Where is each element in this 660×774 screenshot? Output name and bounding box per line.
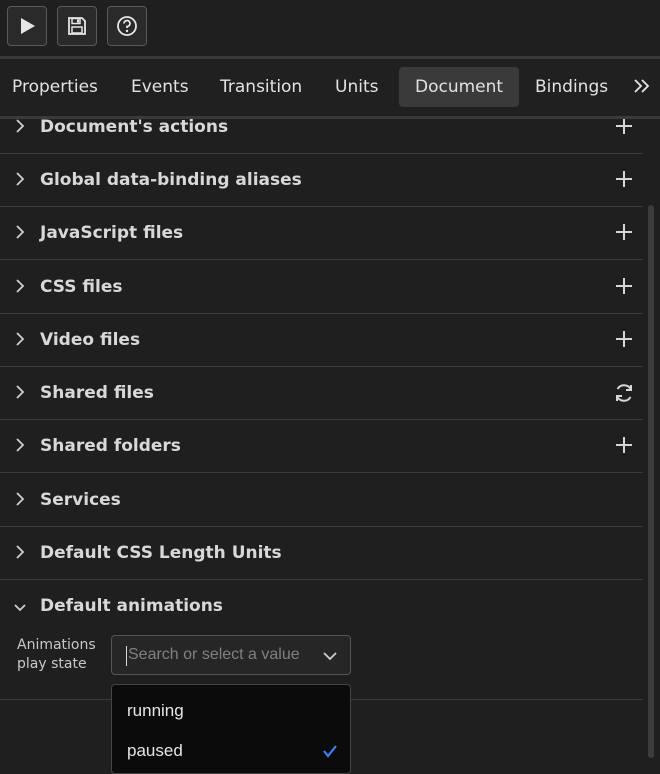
section-label: Video files: [40, 330, 141, 350]
section-label: Global data-binding aliases: [40, 170, 302, 190]
play-icon: [21, 18, 35, 34]
more-tabs-button[interactable]: [632, 77, 650, 99]
chevron-down-icon[interactable]: [322, 648, 338, 664]
chevron-right-icon: [16, 438, 25, 452]
plus-icon[interactable]: [615, 223, 633, 241]
section-default-css-length-units[interactable]: Default CSS Length Units: [0, 527, 643, 580]
section-shared-folders[interactable]: Shared folders: [0, 420, 643, 473]
chevron-right-icon: [16, 492, 25, 506]
chevron-right-icon: [16, 279, 25, 293]
section-services[interactable]: Services: [0, 474, 643, 527]
section-label: Shared files: [40, 383, 154, 403]
tab-transition[interactable]: Transition: [220, 67, 302, 107]
tab-bar: Properties Events Transition Units Docum…: [0, 59, 660, 116]
option-label: paused: [127, 741, 183, 760]
plus-icon[interactable]: [615, 170, 633, 188]
animations-play-state-label: Animations play state: [17, 637, 96, 672]
section-label: CSS files: [40, 277, 123, 297]
section-global-data-binding-aliases[interactable]: Global data-binding aliases: [0, 154, 643, 207]
tab-events[interactable]: Events: [131, 67, 189, 107]
section-label: JavaScript files: [40, 223, 184, 243]
save-icon: [68, 17, 86, 35]
document-panel: Document's actions Global data-binding a…: [0, 119, 643, 766]
scrollbar[interactable]: [648, 205, 654, 758]
chevron-right-icon: [16, 385, 25, 399]
save-button[interactable]: [57, 6, 97, 46]
section-video-files[interactable]: Video files: [0, 314, 643, 367]
section-default-animations[interactable]: Default animations: [0, 580, 643, 633]
section-label: Shared folders: [40, 436, 181, 456]
tab-bindings[interactable]: Bindings: [535, 67, 608, 107]
tab-document[interactable]: Document: [399, 67, 520, 107]
option-running[interactable]: running: [112, 691, 350, 731]
chevron-right-icon: [16, 119, 25, 133]
section-shared-files[interactable]: Shared files: [0, 367, 643, 420]
option-paused[interactable]: paused: [112, 731, 350, 771]
text-caret: [126, 646, 127, 666]
tab-properties[interactable]: Properties: [12, 67, 98, 107]
chevron-right-icon: [16, 545, 25, 559]
double-chevron-right-icon: [634, 79, 650, 93]
section-label: Document's actions: [40, 119, 229, 137]
section-label: Services: [40, 490, 121, 510]
toolbar: [0, 0, 660, 56]
tab-units[interactable]: Units: [335, 67, 378, 107]
plus-icon[interactable]: [615, 119, 633, 135]
play-state-dropdown: running paused: [111, 684, 351, 774]
checkmark-icon: [323, 745, 337, 758]
section-label: Default CSS Length Units: [40, 543, 282, 563]
section-css-files[interactable]: CSS files: [0, 261, 643, 314]
play-state-select[interactable]: Search or select a value: [111, 635, 351, 675]
plus-icon[interactable]: [615, 277, 633, 295]
chevron-right-icon: [16, 332, 25, 346]
plus-icon[interactable]: [615, 330, 633, 348]
help-icon: [117, 16, 137, 36]
select-placeholder: Search or select a value: [128, 646, 300, 663]
chevron-down-icon: [14, 604, 26, 612]
chevron-right-icon: [16, 172, 25, 186]
help-button[interactable]: [107, 6, 147, 46]
option-label: running: [127, 701, 184, 720]
section-label: Default animations: [40, 596, 223, 616]
play-button[interactable]: [7, 6, 47, 46]
chevron-right-icon: [16, 225, 25, 239]
refresh-icon[interactable]: [613, 382, 635, 404]
plus-icon[interactable]: [615, 436, 633, 454]
section-javascript-files[interactable]: JavaScript files: [0, 207, 643, 260]
section-documents-actions[interactable]: Document's actions: [0, 119, 643, 154]
